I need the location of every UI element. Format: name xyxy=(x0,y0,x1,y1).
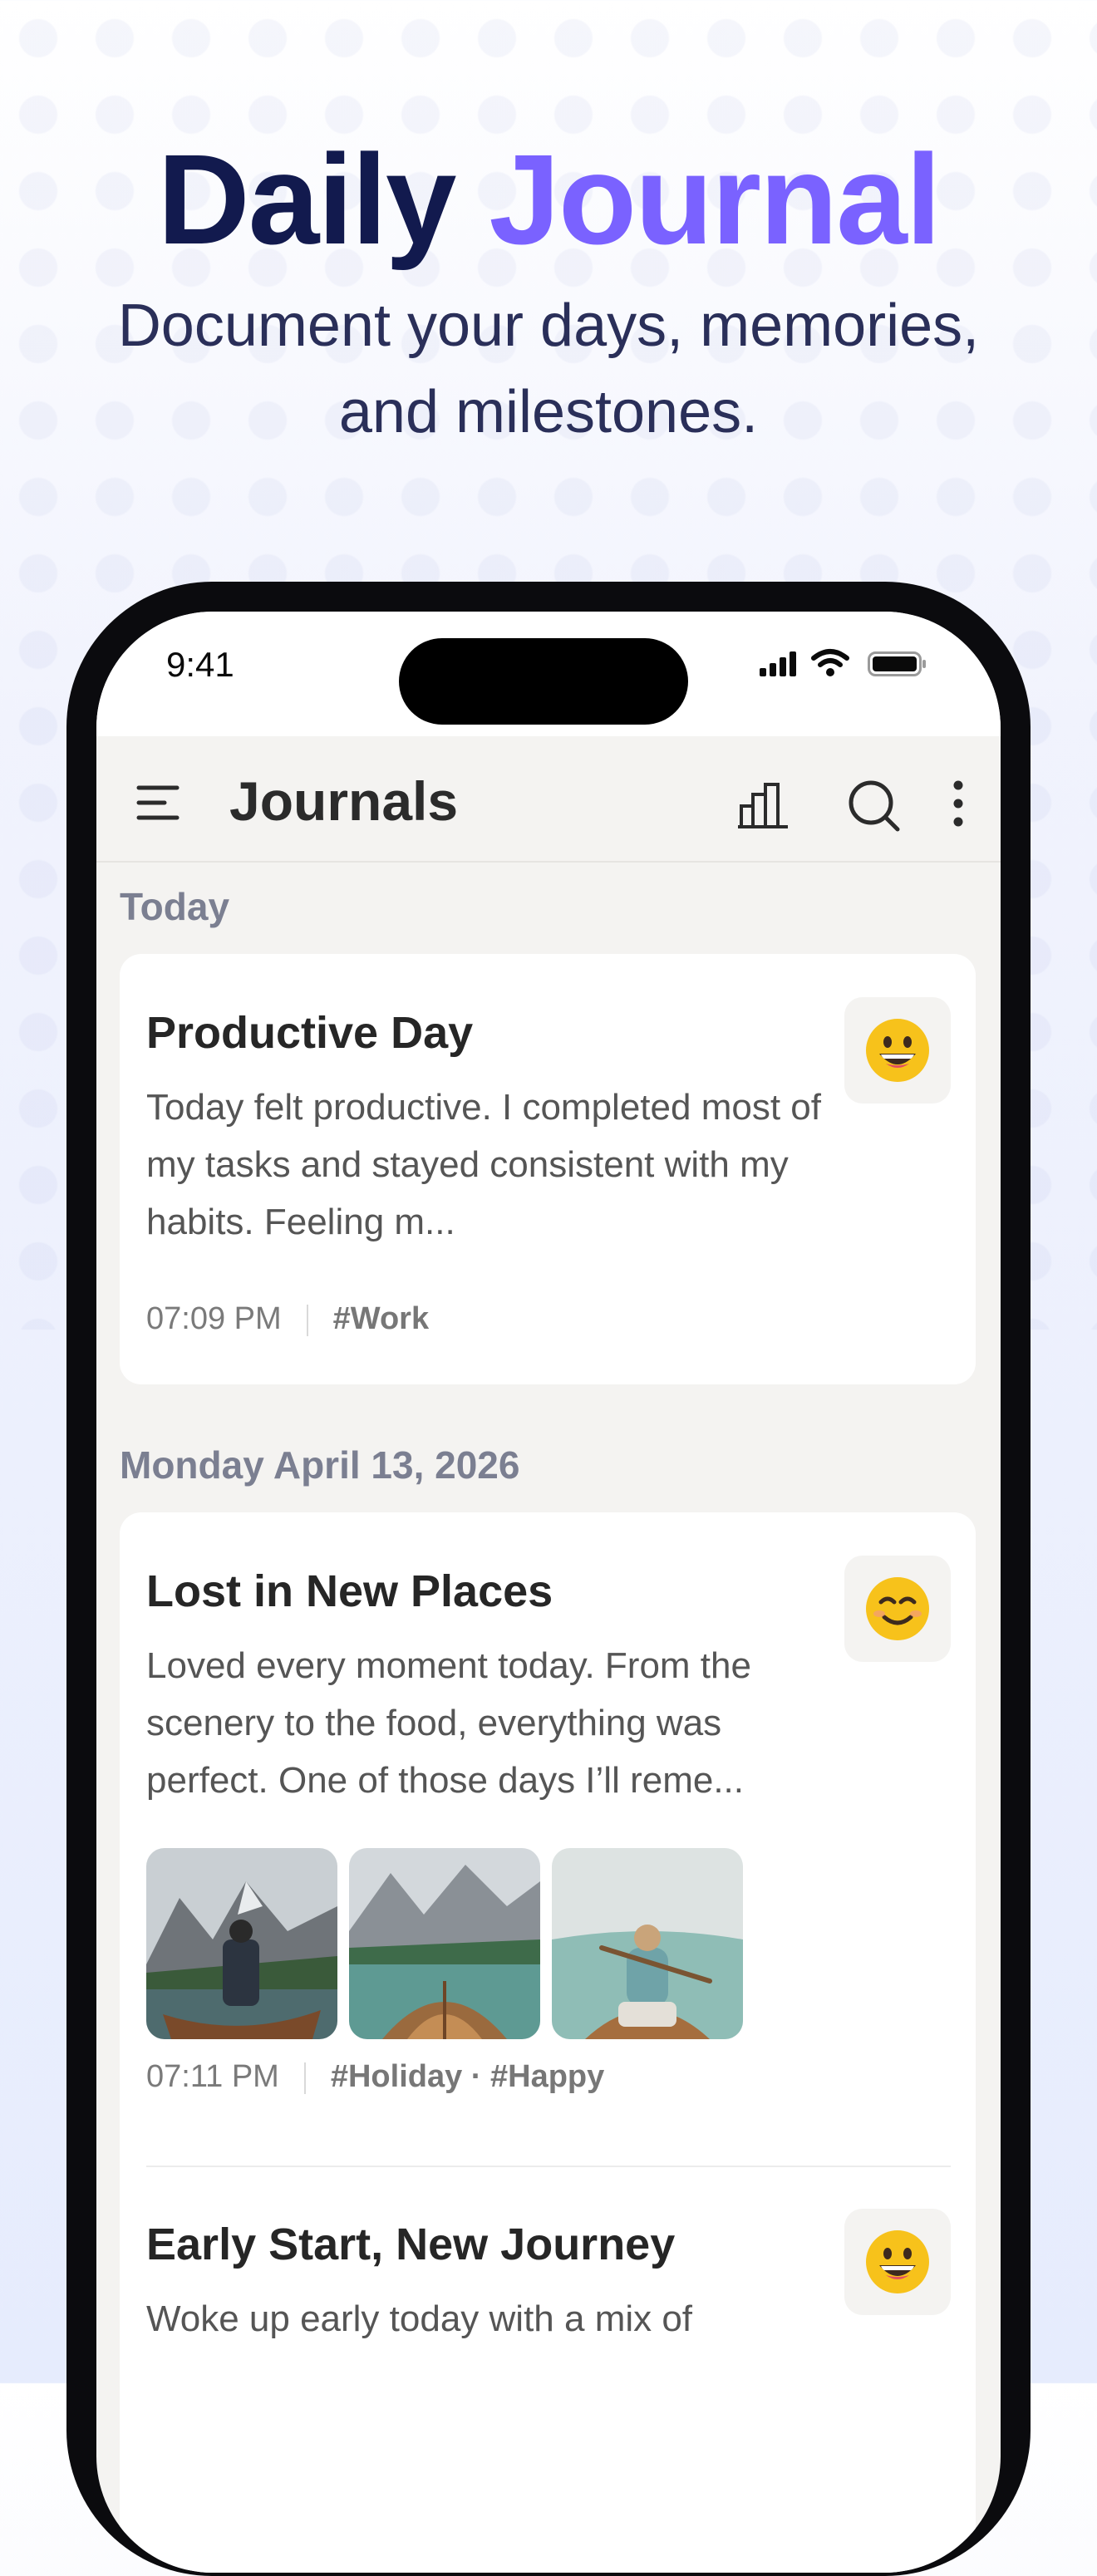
hero-subtitle-line1: Document your days, memories, xyxy=(117,293,980,359)
app-bar: Journals xyxy=(96,736,1001,863)
entry-meta: 07:09 PM #Work xyxy=(146,1301,429,1337)
entry-tags[interactable]: #Holiday · #Happy xyxy=(331,2059,604,2094)
more-icon[interactable] xyxy=(952,779,964,828)
phone-frame: 9:41 Journals Today Productive Day Today… xyxy=(66,582,1031,2576)
mood-badge[interactable] xyxy=(844,2209,951,2315)
status-bar: 9:41 xyxy=(96,612,1001,736)
entry-divider xyxy=(146,2166,951,2167)
journal-entry-card[interactable]: Lost in New Places Loved every moment to… xyxy=(120,1512,976,2573)
entry-title: Early Start, New Journey xyxy=(146,2220,676,2269)
hero-subtitle-line2: and milestones. xyxy=(338,379,759,445)
grinning-face-icon xyxy=(866,1019,929,1082)
boat-lake-photo xyxy=(349,1848,540,2039)
entry-time: 07:09 PM xyxy=(146,1301,282,1336)
menu-icon[interactable] xyxy=(136,784,180,821)
hero-header: Daily Journal Document your days, memori… xyxy=(0,125,1097,455)
phone-screen: 9:41 Journals Today Productive Day Today… xyxy=(96,612,1001,2573)
battery-icon xyxy=(868,651,926,676)
mood-badge[interactable] xyxy=(844,997,951,1104)
entry-title: Lost in New Places xyxy=(146,1566,553,1616)
hero-title: Daily Journal xyxy=(0,125,1097,274)
entry-meta: 07:11 PM #Holiday · #Happy xyxy=(146,2059,604,2095)
hero-subtitle: Document your days, memories, and milest… xyxy=(33,283,1064,455)
hero-title-journal: Journal xyxy=(489,128,941,271)
photo-thumbnail[interactable] xyxy=(349,1848,540,2039)
entry-title: Productive Day xyxy=(146,1008,474,1058)
hero-title-daily: Daily xyxy=(157,128,456,271)
wifi-icon xyxy=(811,649,849,676)
journal-entry-card[interactable]: Productive Day Today felt productive. I … xyxy=(120,954,976,1384)
entry-tags[interactable]: #Work xyxy=(333,1301,429,1336)
grinning-face-icon xyxy=(866,2230,929,2293)
entry-body: Loved every moment today. From the scene… xyxy=(146,1645,751,1801)
search-icon[interactable] xyxy=(848,779,901,833)
dynamic-island xyxy=(399,638,688,725)
mood-badge[interactable] xyxy=(844,1556,951,1662)
page-title: Journals xyxy=(229,770,459,832)
lake-hiker-photo xyxy=(146,1848,337,2039)
entry-body: Today felt productive. I completed most … xyxy=(146,1087,821,1242)
meta-divider xyxy=(303,2062,306,2094)
status-time: 9:41 xyxy=(166,645,234,684)
smiling-face-icon xyxy=(866,1577,929,1640)
entry-body: Woke up early today with a mix of xyxy=(146,2298,693,2339)
section-label-date: Monday April 13, 2026 xyxy=(120,1443,520,1487)
chart-icon[interactable] xyxy=(738,781,790,829)
section-label-today: Today xyxy=(120,885,230,928)
canoe-woman-photo xyxy=(552,1848,743,2039)
meta-divider xyxy=(306,1304,308,1336)
entry-time: 07:11 PM xyxy=(146,2059,279,2094)
photo-thumbnail[interactable] xyxy=(146,1848,337,2039)
photo-thumbnail[interactable] xyxy=(552,1848,743,2039)
cellular-signal-icon xyxy=(760,651,796,676)
